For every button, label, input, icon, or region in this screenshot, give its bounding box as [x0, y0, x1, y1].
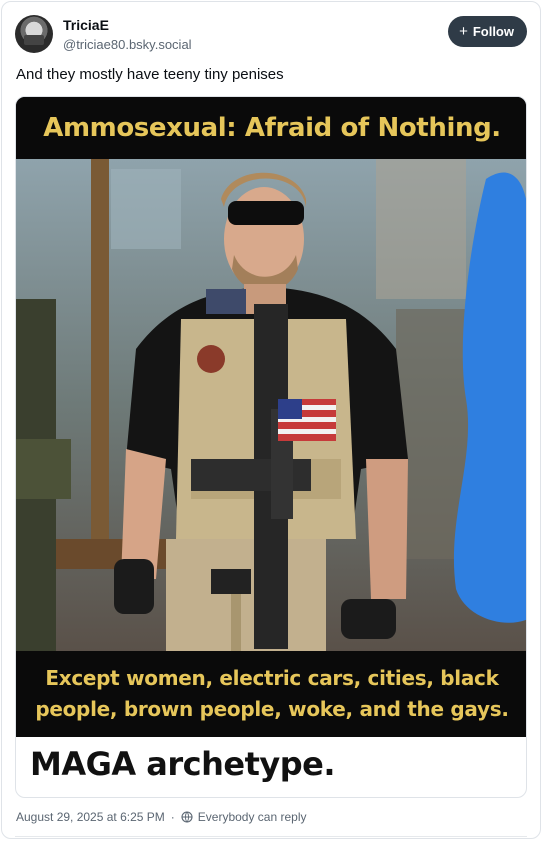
globe-icon — [181, 811, 193, 823]
meme-bottom-line-1: Except women, electric cars, cities, bla… — [45, 666, 499, 690]
meme-top-text: Ammosexual: Afraid of Nothing. — [43, 113, 501, 143]
author-name[interactable]: TriciaE — [63, 17, 109, 33]
meme-image[interactable]: Ammosexual: Afraid of Nothing. Except wo… — [16, 97, 526, 737]
follow-label: Follow — [472, 24, 514, 39]
meme-top-banner: Ammosexual: Afraid of Nothing. — [16, 97, 526, 159]
image-caption: MAGA archetype. — [30, 745, 336, 783]
plus-icon: + — [459, 23, 468, 40]
image-embed[interactable]: Ammosexual: Afraid of Nothing. Except wo… — [15, 96, 527, 798]
follow-button[interactable]: + Follow — [448, 16, 527, 47]
avatar[interactable] — [15, 15, 53, 53]
reply-setting[interactable]: Everybody can reply — [198, 810, 307, 824]
separator-dot: · — [170, 810, 175, 824]
divider — [15, 836, 527, 837]
meme-bottom-line-2: people, brown people, woke, and the gays… — [35, 697, 509, 721]
post-text: And they mostly have teeny tiny penises — [16, 66, 284, 83]
post-header: TriciaE @triciae80.bsky.social + Follow — [15, 14, 527, 58]
meme-bottom-banner: Except women, electric cars, cities, bla… — [16, 651, 526, 737]
post-timestamp[interactable]: August 29, 2025 at 6:25 PM — [16, 810, 165, 824]
author-handle[interactable]: @triciae80.bsky.social — [63, 37, 192, 52]
post-footer: August 29, 2025 at 6:25 PM · Everybody c… — [16, 810, 307, 824]
meme-photo — [16, 159, 526, 651]
